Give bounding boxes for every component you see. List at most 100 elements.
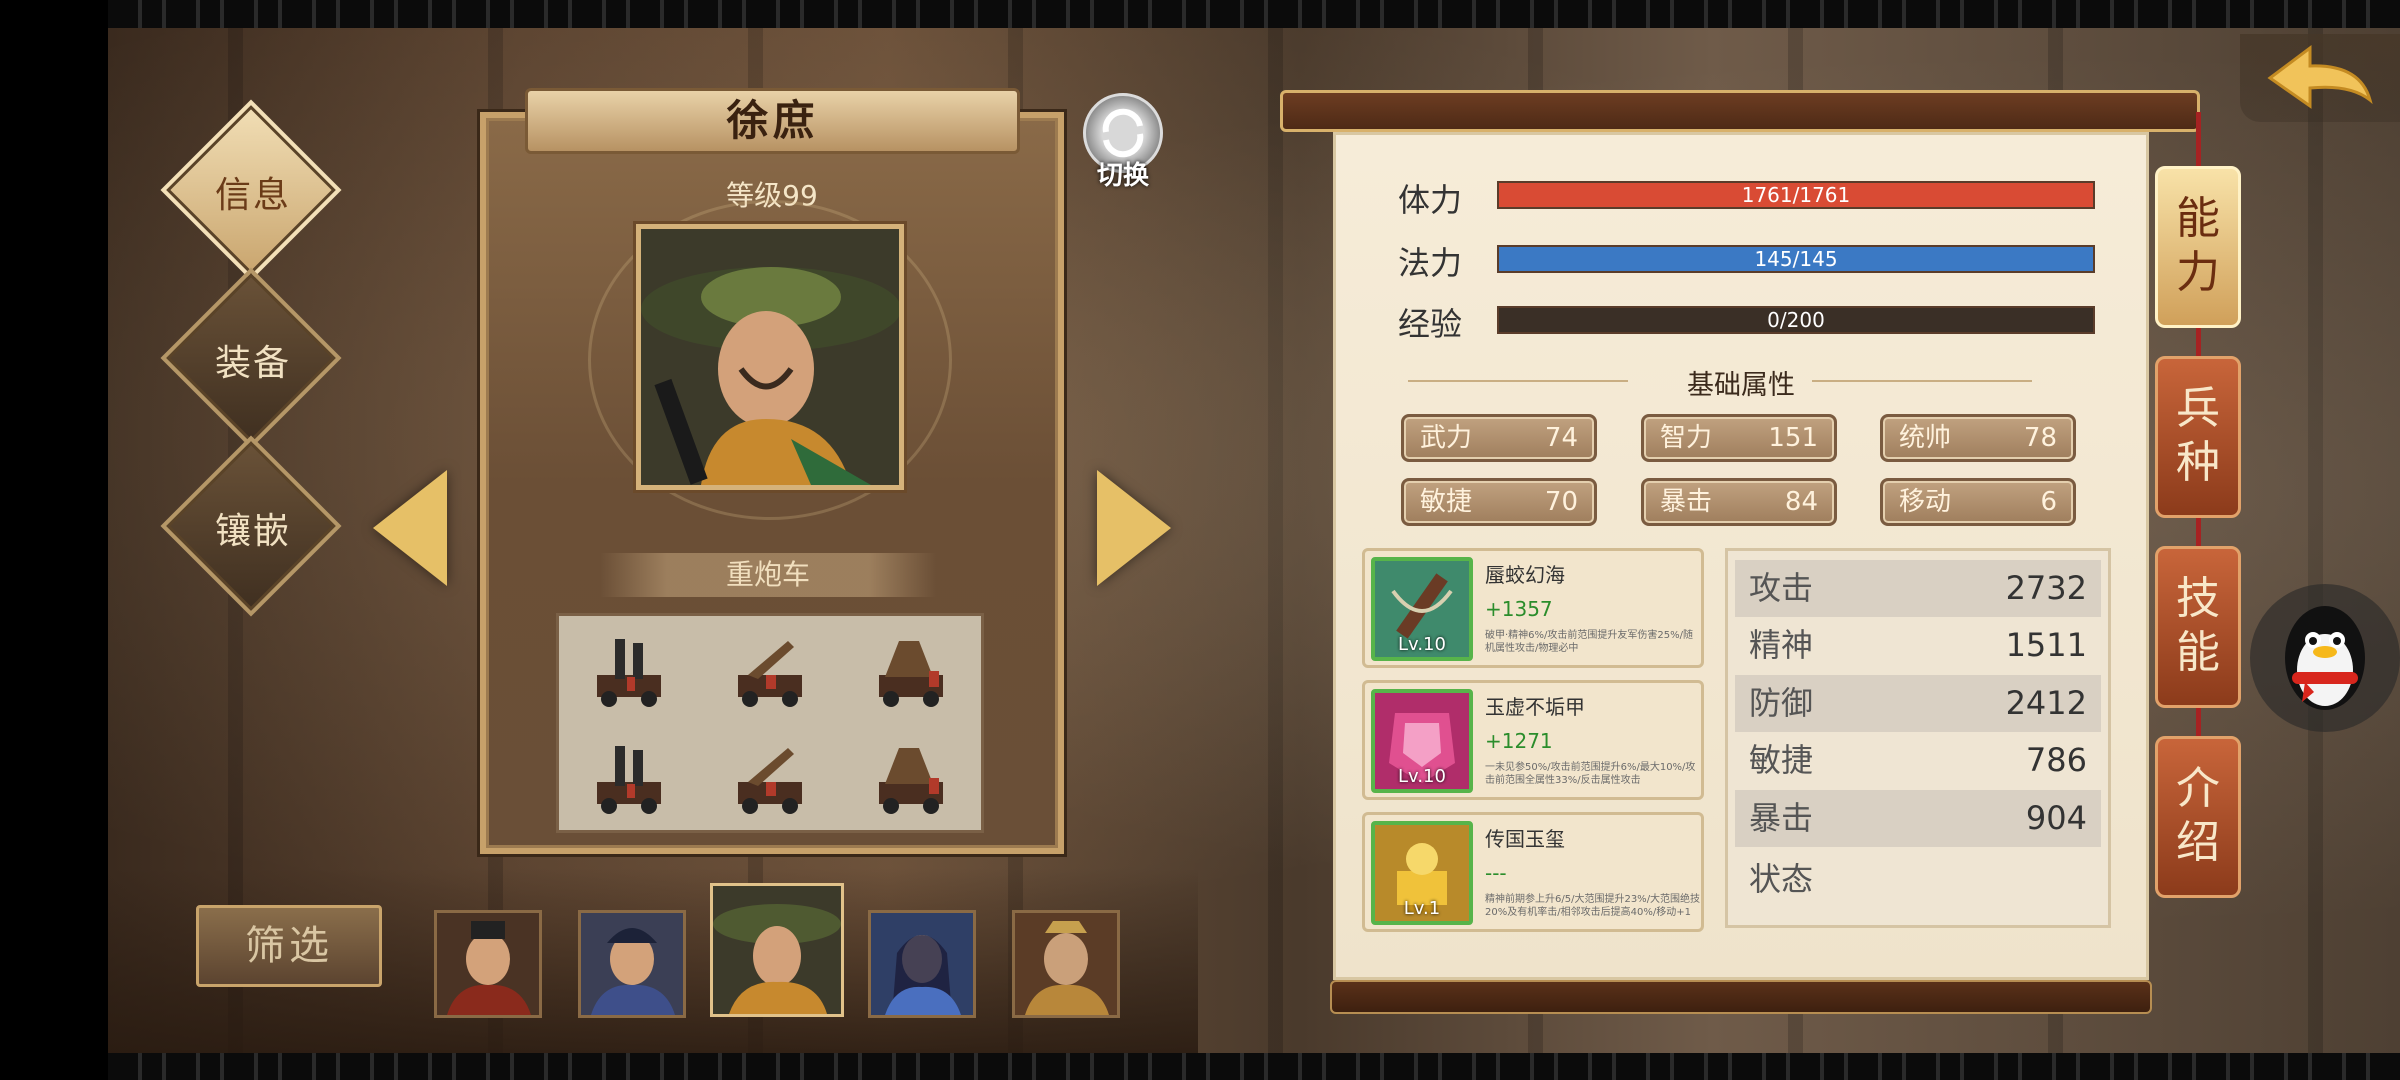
- prev-hero-arrow-icon[interactable]: [373, 470, 447, 586]
- unit-sprite: [559, 616, 700, 723]
- unit-type-name: 重炮车: [725, 558, 810, 591]
- stat-value: 2732: [2005, 569, 2087, 607]
- equipment-name: 蜃蛟幻海: [1485, 563, 1565, 587]
- equipment-icon: Lv.10: [1371, 557, 1473, 661]
- nav-equipment-label: 装备: [214, 343, 291, 384]
- hp-bar: 1761/1761: [1497, 181, 2095, 209]
- stat-value: 2412: [2005, 684, 2087, 722]
- catapult-icon: [597, 745, 662, 814]
- unit-sprite: [700, 616, 841, 723]
- hp-label: 体力: [1398, 181, 1463, 219]
- mp-bar: 145/145: [1497, 245, 2095, 273]
- catapult-icon: [878, 747, 943, 814]
- stat-name: 精神: [1749, 626, 1814, 664]
- equipment-slot-armor[interactable]: Lv.10 玉虚不垢甲 +1271 一未见参50%/攻击前范围提升6%/最大10…: [1362, 680, 1704, 800]
- attr-value: 74: [1544, 423, 1578, 453]
- attr-value: 151: [1768, 423, 1818, 453]
- filter-label: 筛选: [245, 923, 333, 969]
- tab-skills-label: 技能: [2176, 573, 2220, 678]
- hero-thumbnail-selected[interactable]: [710, 883, 844, 1017]
- stat-name: 攻击: [1749, 569, 1814, 607]
- equipment-desc: 破甲·精神6%/攻击前范围提升友军伤害25%/随机属性攻击/物理必中: [1485, 630, 1694, 654]
- tab-introduction-label: 介绍: [2176, 763, 2220, 868]
- hero-thumb-image: [713, 886, 841, 1014]
- back-arrow-icon: [2267, 45, 2373, 109]
- attr-name: 敏捷: [1420, 487, 1473, 517]
- hero-thumbnail[interactable]: [578, 910, 686, 1018]
- base-attributes-title: 基础属性: [1687, 370, 1795, 401]
- stat-value: 786: [2025, 741, 2087, 779]
- hero-portrait-image: [641, 229, 899, 485]
- stat-name: 敏捷: [1749, 741, 1814, 779]
- attr-name: 统帅: [1899, 423, 1952, 453]
- stat-row-defense: 防御 2412: [1735, 675, 2101, 732]
- equipment-bonus: +1357: [1485, 597, 1553, 621]
- stat-row-agility: 敏捷 786: [1735, 732, 2101, 789]
- attr-force: 武力 74: [1401, 414, 1597, 462]
- hero-thumb-image: [871, 913, 973, 1015]
- stat-name: 防御: [1749, 684, 1814, 722]
- hero-thumb-image: [581, 913, 683, 1015]
- unit-sprite: [700, 723, 841, 830]
- hero-thumbnail[interactable]: [1012, 910, 1120, 1018]
- attr-command: 统帅 78: [1880, 414, 2076, 462]
- stat-name: 状态: [1749, 860, 1814, 898]
- equipment-level: Lv.1: [1403, 898, 1441, 919]
- exp-label: 经验: [1398, 305, 1463, 343]
- mp-label: 法力: [1398, 244, 1463, 282]
- attr-name: 智力: [1660, 423, 1713, 453]
- attr-agility: 敏捷 70: [1401, 478, 1597, 526]
- attr-name: 武力: [1420, 423, 1473, 453]
- equipment-desc: 精神前期参上升6/5/大范围提升23%/大范围绝技20%及有机率击/相邻攻击后提…: [1485, 894, 1701, 918]
- unit-sprite-grid: [556, 613, 984, 833]
- equipment-desc: 一未见参50%/攻击前范围提升6%/最大10%/攻击前范围全属性33%/反击属性…: [1485, 762, 1696, 786]
- stat-row-critical: 暴击 904: [1735, 790, 2101, 847]
- tab-troop-type-label: 兵种: [2176, 383, 2220, 488]
- hp-value: 1761/1761: [1741, 183, 1851, 207]
- equipment-slot-weapon[interactable]: Lv.10 蜃蛟幻海 +1357 破甲·精神6%/攻击前范围提升友军伤害25%/…: [1362, 548, 1704, 668]
- catapult-icon: [878, 640, 943, 707]
- stat-row-attack: 攻击 2732: [1735, 560, 2101, 617]
- equipment-name: 玉虚不垢甲: [1485, 695, 1585, 719]
- catapult-icon: [737, 747, 802, 814]
- next-hero-arrow-icon[interactable]: [1097, 470, 1171, 586]
- nav-info-label: 信息: [214, 175, 291, 216]
- attr-value: 6: [2040, 487, 2057, 517]
- unit-sprite: [559, 723, 700, 830]
- attr-value: 70: [1544, 487, 1578, 517]
- hero-thumbnail[interactable]: [868, 910, 976, 1018]
- equipment-icon: Lv.1: [1371, 821, 1473, 925]
- stat-value: 1511: [2005, 626, 2087, 664]
- stat-value: 904: [2025, 799, 2087, 837]
- exp-value: 0/200: [1767, 308, 1825, 332]
- equipment-bonus: +1271: [1485, 729, 1553, 753]
- stat-row-status: 状态: [1735, 851, 2101, 908]
- qq-float-button[interactable]: [2250, 584, 2400, 732]
- catapult-icon: [597, 638, 662, 707]
- back-button[interactable]: [2240, 34, 2400, 122]
- hero-name: 徐庶: [726, 96, 819, 145]
- attr-critical: 暴击 84: [1641, 478, 1837, 526]
- equipment-slot-accessory[interactable]: Lv.1 传国玉玺 --- 精神前期参上升6/5/大范围提升23%/大范围绝技2…: [1362, 812, 1704, 932]
- scroll-bottom-rod: [1330, 980, 2152, 1014]
- scroll-top-rod: [1280, 90, 2200, 132]
- tab-ability-label: 能力: [2176, 193, 2220, 298]
- equipment-icon: Lv.10: [1371, 689, 1473, 793]
- exp-bar: 0/200: [1497, 306, 2095, 334]
- unit-sprite: [840, 723, 981, 830]
- attr-name: 移动: [1899, 487, 1952, 517]
- equipment-level: Lv.10: [1398, 766, 1446, 787]
- attr-value: 78: [2023, 423, 2057, 453]
- attr-value: 84: [1784, 487, 1818, 517]
- nav-inlay-label: 镶嵌: [214, 511, 291, 552]
- stat-row-spirit: 精神 1511: [1735, 617, 2101, 674]
- unit-sprite: [840, 616, 981, 723]
- hero-thumb-image: [1015, 913, 1117, 1015]
- equipment-bonus: ---: [1485, 861, 1507, 885]
- equipment-level: Lv.10: [1398, 634, 1446, 655]
- hero-thumbnail[interactable]: [434, 910, 542, 1018]
- bottom-border: [108, 1053, 2400, 1080]
- stat-name: 暴击: [1749, 799, 1814, 837]
- switch-label: 切换: [1096, 161, 1149, 191]
- qq-penguin-icon: [2285, 606, 2365, 710]
